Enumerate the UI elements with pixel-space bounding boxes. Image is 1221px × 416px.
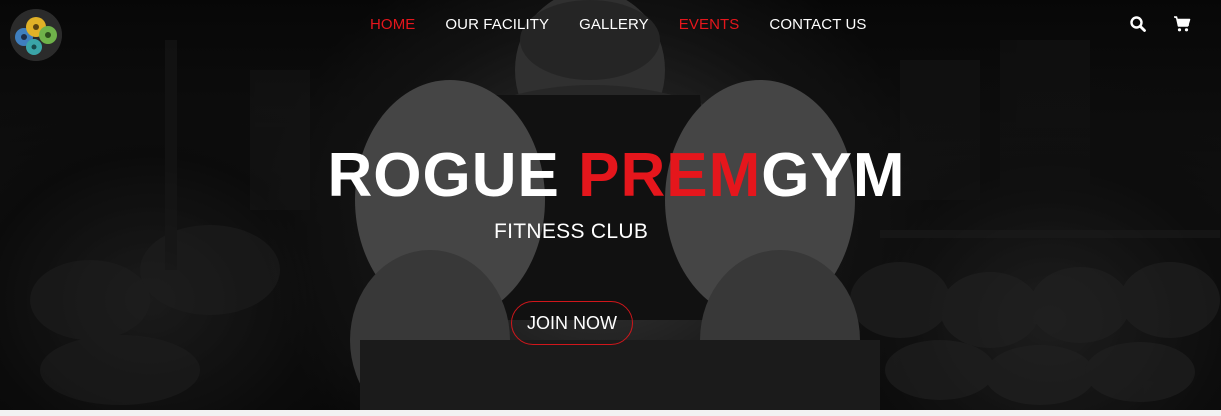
gym-logo-icon[interactable] (10, 9, 62, 61)
hero-title-accent: PREM (578, 141, 762, 210)
cart-icon[interactable] (1173, 15, 1191, 33)
hero-title-part3: GYM (761, 141, 906, 210)
hero-title-part1: ROGUE (327, 141, 579, 210)
hero-subtitle: FITNESS CLUB (494, 220, 649, 243)
join-now-button[interactable]: JOIN NOW (511, 301, 633, 345)
hero-title: ROGUE PREMGYM (0, 140, 1221, 211)
nav-item-gallery[interactable]: GALLERY (579, 16, 649, 33)
main-navigation: HOME OUR FACILITY GALLERY EVENTS CONTACT… (370, 16, 897, 33)
hero-section: HOME OUR FACILITY GALLERY EVENTS CONTACT… (0, 0, 1221, 410)
nav-item-events[interactable]: EVENTS (679, 16, 740, 33)
bottom-divider (0, 410, 1221, 416)
nav-item-home[interactable]: HOME (370, 16, 415, 33)
search-icon[interactable] (1129, 15, 1147, 33)
nav-item-contact-us[interactable]: CONTACT US (769, 16, 866, 33)
nav-item-our-facility[interactable]: OUR FACILITY (445, 16, 549, 33)
